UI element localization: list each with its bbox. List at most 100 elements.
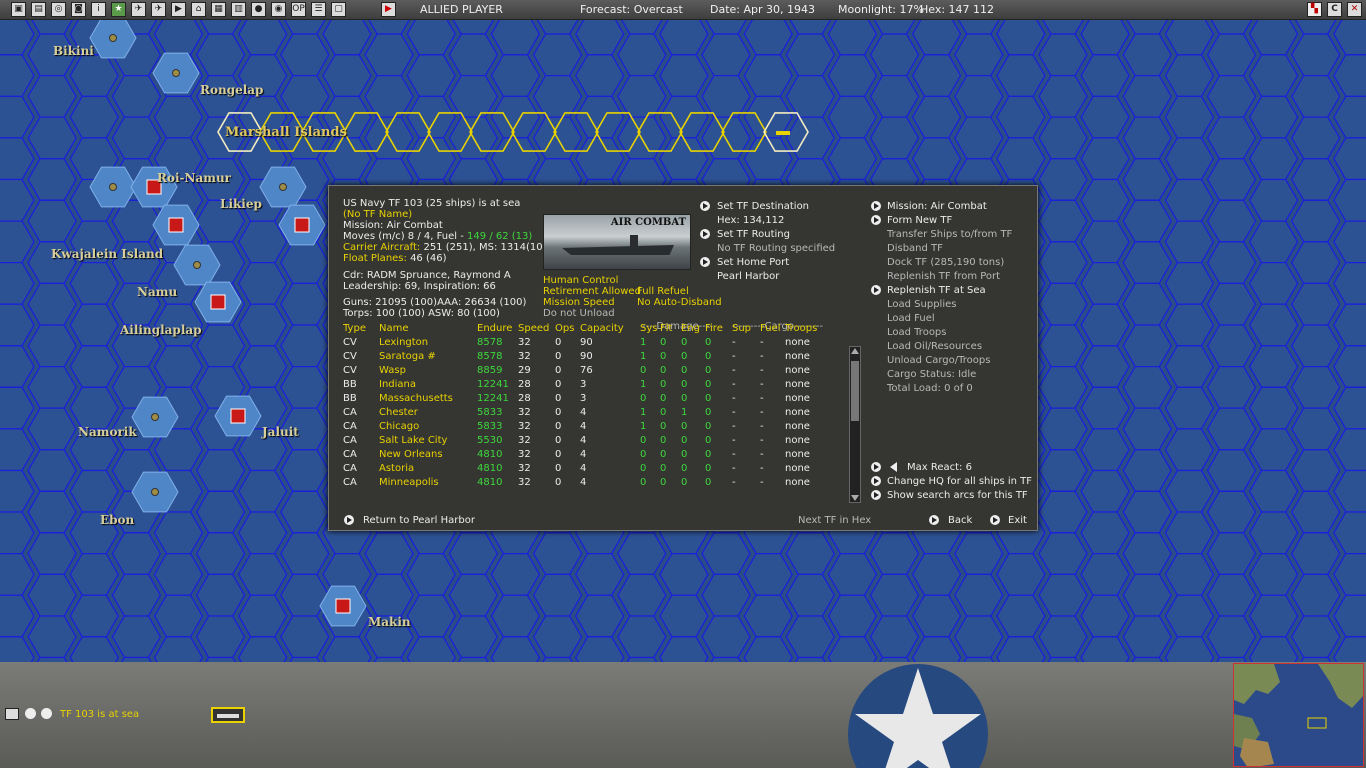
ship-cell: 0 <box>660 351 667 362</box>
unit-list-icon[interactable] <box>5 708 19 720</box>
info-icon[interactable]: i <box>91 2 106 17</box>
ship-cell[interactable]: Indiana <box>379 378 477 392</box>
combat-report-icon[interactable]: ◙ <box>71 2 86 17</box>
disband-tf-button[interactable]: Disband TF <box>887 243 943 255</box>
load-oil-button[interactable]: Load Oil/Resources <box>887 341 982 353</box>
prev-unit-icon[interactable] <box>25 708 36 719</box>
ship-cell[interactable]: Saratoga # <box>379 350 477 364</box>
ship-cell: 3 <box>580 393 587 404</box>
aircraft-red-icon[interactable]: ✈ <box>151 2 166 17</box>
ship-cell[interactable]: Massachusetts <box>379 392 477 406</box>
map-label-makin: Makin <box>368 615 411 629</box>
ship-icon[interactable]: ⌂ <box>191 2 206 17</box>
dock-tf-button[interactable]: Dock TF (285,190 tons) <box>887 257 1004 269</box>
ship-cell: 0 <box>660 365 667 376</box>
ship-cell: 0 <box>555 449 562 460</box>
set-routing-button[interactable]: Set TF Routing <box>717 229 790 241</box>
unload-cargo-button[interactable]: Unload Cargo/Troops <box>887 355 990 367</box>
search-arcs-button[interactable]: Show search arcs for this TF <box>887 490 1028 502</box>
column-header[interactable]: Sup <box>732 322 760 336</box>
column-header[interactable]: Sys <box>640 322 660 336</box>
air-icon[interactable]: ★ <box>111 2 126 17</box>
c-icon[interactable]: C <box>1327 2 1342 17</box>
intel-icon[interactable]: ◎ <box>51 2 66 17</box>
ship-cell[interactable]: New Orleans <box>379 448 477 462</box>
load-fuel-button[interactable]: Load Fuel <box>887 313 935 325</box>
window-icon[interactable]: ▢ <box>331 2 346 17</box>
unload-toggle[interactable]: Do not Unload <box>543 308 615 320</box>
minimap[interactable] <box>1233 663 1364 767</box>
column-header[interactable]: Ops <box>555 322 580 336</box>
ship-cell[interactable]: Salt Lake City <box>379 434 477 448</box>
column-header[interactable]: Speed <box>518 322 555 336</box>
ship-row[interactable]: CV Wasp 8859 29 0 76 0 0 0 0 - - none <box>343 364 825 378</box>
ship-cell[interactable]: Chicago <box>379 420 477 434</box>
next-unit-icon[interactable] <box>41 708 52 719</box>
land-icon[interactable]: ▦ <box>211 2 226 17</box>
column-header[interactable]: Name <box>379 322 477 336</box>
column-header[interactable]: Capacity <box>580 322 640 336</box>
set-destination-button[interactable]: Set TF Destination <box>717 201 809 213</box>
load-supplies-button[interactable]: Load Supplies <box>887 299 956 311</box>
sub-icon[interactable]: ◉ <box>271 2 286 17</box>
auto-disband-toggle[interactable]: No Auto-Disband <box>637 297 722 309</box>
report-icon[interactable]: ▤ <box>31 2 46 17</box>
speaker-icon[interactable] <box>871 462 881 472</box>
form-new-tf-button[interactable]: Form New TF <box>887 215 952 227</box>
ship-row[interactable]: CA Chicago 5833 32 0 4 1 0 0 0 - - none <box>343 420 825 434</box>
scroll-up-icon[interactable] <box>851 348 859 354</box>
column-header[interactable]: Troops <box>785 322 825 336</box>
ship-row[interactable]: CV Saratoga #8578 32 0 90 1 0 0 0 - - none <box>343 350 825 364</box>
ship-table: Type Name Endure Speed Ops Capacity Sys Flt Eng F… <box>343 322 825 490</box>
ship-row[interactable]: CA Astoria 4810 32 0 4 0 0 0 0 - - none <box>343 462 825 476</box>
return-to-port-button[interactable]: Return to Pearl Harbor <box>363 515 475 527</box>
ship-row[interactable]: CA New Orleans 4810 32 0 4 0 0 0 0 - - none <box>343 448 825 462</box>
ship-cell: 0 <box>660 477 667 488</box>
back-button[interactable]: Back <box>948 515 972 527</box>
save-icon[interactable]: ▣ <box>11 2 26 17</box>
scroll-down-icon[interactable] <box>851 495 859 501</box>
column-header[interactable]: Eng <box>681 322 705 336</box>
column-header[interactable]: Fire <box>705 322 732 336</box>
globe-icon[interactable]: ● <box>251 2 266 17</box>
ship-row[interactable]: CA Minneapolis 4810 32 0 4 0 0 0 0 - - none <box>343 476 825 490</box>
ship-row[interactable]: CV Lexington 8578 32 0 90 1 0 0 0 - - none <box>343 336 825 350</box>
ship-row[interactable]: CA Salt Lake City 5530 32 0 4 0 0 0 0 - - none <box>343 434 825 448</box>
ship-cell: 1 <box>640 407 647 418</box>
flag-toggle-icon[interactable]: ▚ <box>1307 2 1322 17</box>
list-icon[interactable]: ☰ <box>311 2 326 17</box>
flag-icon[interactable]: ▶ <box>171 2 186 17</box>
column-header[interactable]: Flt <box>660 322 681 336</box>
replenish-port-button[interactable]: Replenish TF from Port <box>887 271 1000 283</box>
replenish-sea-button[interactable]: Replenish TF at Sea <box>887 285 986 297</box>
mission-photo-title: AIR COMBAT <box>610 217 686 228</box>
column-header[interactable]: Endure <box>477 322 518 336</box>
ship-cell[interactable]: Lexington <box>379 336 477 350</box>
ship-row[interactable]: BB Massachusetts 12241 28 0 3 0 0 0 0 - - none <box>343 392 825 406</box>
load-troops-button[interactable]: Load Troops <box>887 327 947 339</box>
next-tf-button[interactable]: Next TF in Hex <box>798 515 871 527</box>
close-icon[interactable]: ✕ <box>1347 2 1362 17</box>
exit-button[interactable]: Exit <box>1008 515 1027 527</box>
ship-cell[interactable]: Astoria <box>379 462 477 476</box>
change-hq-button[interactable]: Change HQ for all ships in TF <box>887 476 1032 488</box>
ship-cell[interactable]: Wasp <box>379 364 477 378</box>
op-icon[interactable]: OP <box>291 2 306 17</box>
decrease-react-icon[interactable] <box>890 462 897 472</box>
ship-cell: none <box>785 421 810 432</box>
column-header[interactable]: Fuel <box>760 322 785 336</box>
ship-cell[interactable]: Chester <box>379 406 477 420</box>
ship-row[interactable]: BB Indiana 12241 28 0 3 1 0 0 0 - - none <box>343 378 825 392</box>
scroll-thumb[interactable] <box>851 361 859 421</box>
column-header[interactable]: Type <box>343 322 379 336</box>
bases-icon[interactable]: ▥ <box>231 2 246 17</box>
mission-button[interactable]: Mission: Air Combat <box>887 201 987 213</box>
ship-list-scrollbar[interactable] <box>849 346 861 503</box>
set-home-port-button[interactable]: Set Home Port <box>717 257 789 269</box>
ship-row[interactable]: CA Chester 5833 32 0 4 1 0 1 0 - - none <box>343 406 825 420</box>
tf-ship-icon[interactable] <box>211 707 245 723</box>
transfer-ships-button[interactable]: Transfer Ships to/from TF <box>887 229 1012 241</box>
end-turn-icon[interactable]: ▶ <box>381 2 396 17</box>
aircraft-icon[interactable]: ✈ <box>131 2 146 17</box>
ship-cell[interactable]: Minneapolis <box>379 476 477 490</box>
